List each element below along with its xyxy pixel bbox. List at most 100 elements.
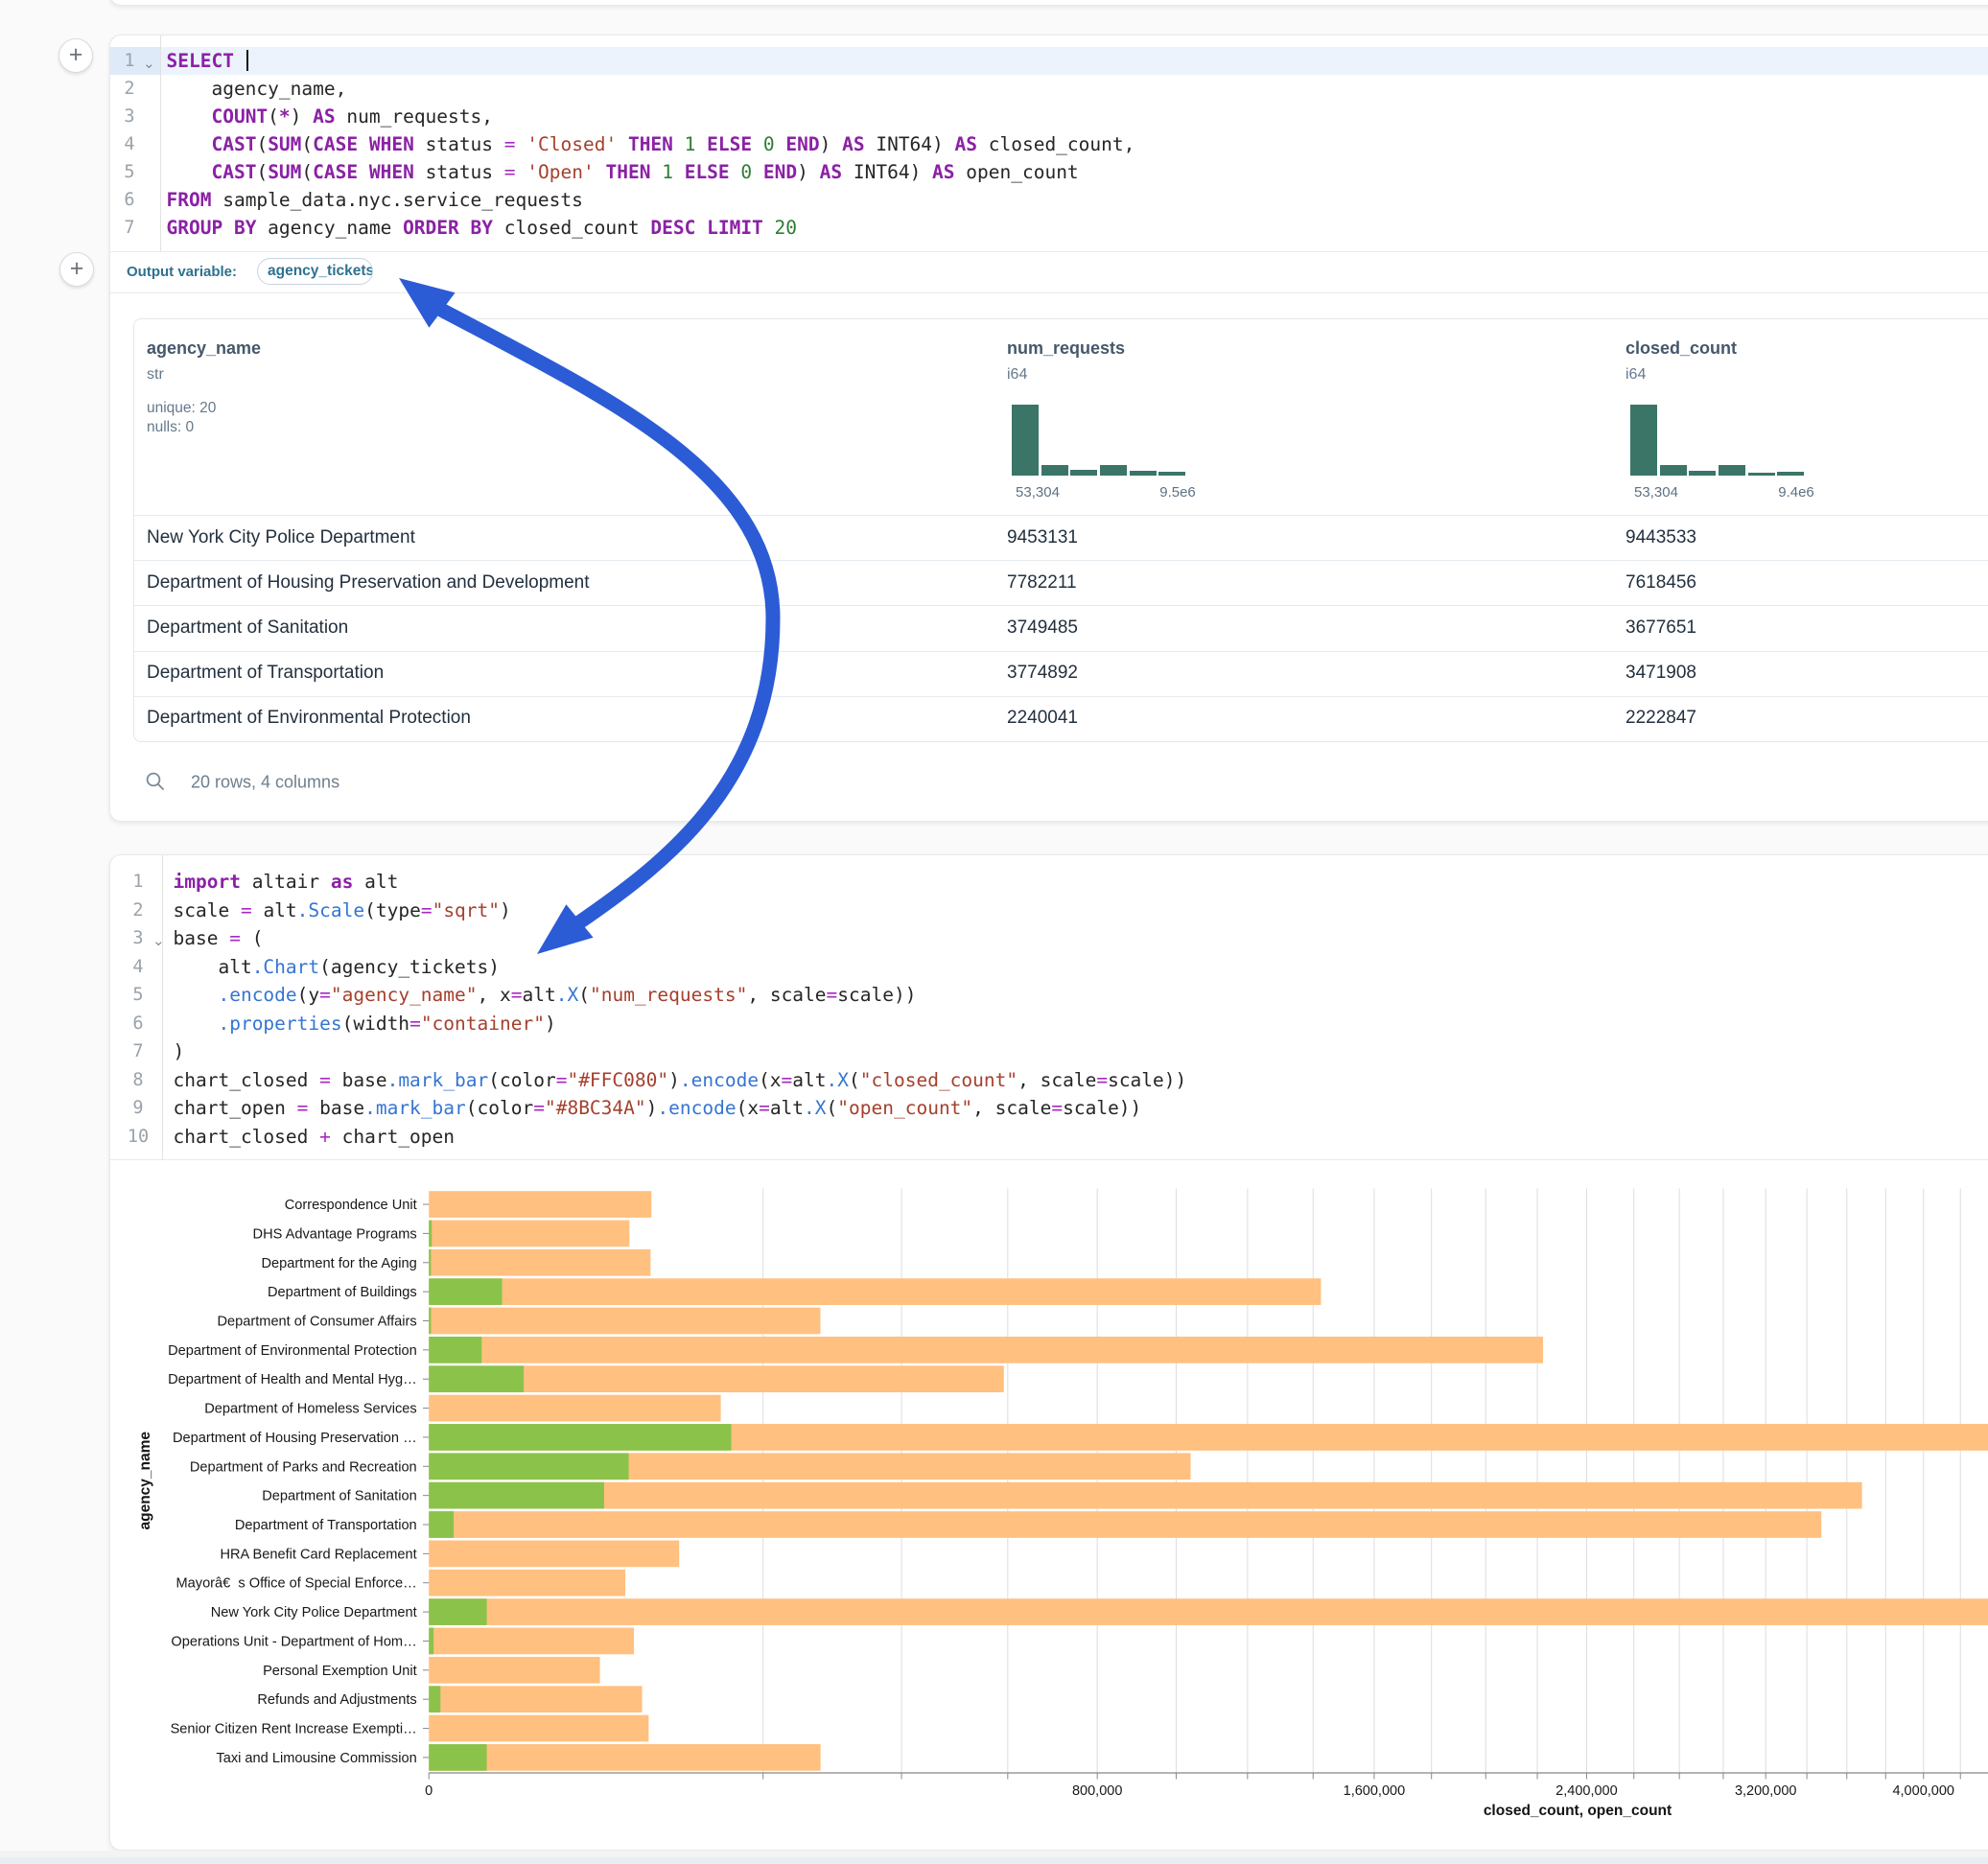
histogram-bar (1777, 472, 1804, 476)
y-axis-label: Senior Citizen Rent Increase Exempti… (171, 1722, 417, 1737)
table-cell: Department of Sanitation (147, 617, 348, 639)
sql-code-editor[interactable]: 1⌄SELECT 2 agency_name,3 COUNT(*) AS num… (110, 35, 1988, 251)
code-line: alt.Chart(agency_tickets) (174, 953, 500, 981)
line-number: 2 (109, 75, 158, 103)
code-line: COUNT(*) AS num_requests, (167, 103, 494, 130)
table-cell: 7782211 (1007, 572, 1077, 594)
fold-chevron-icon[interactable]: ⌄ (143, 55, 155, 72)
column-dtype: i64 (1625, 366, 1646, 384)
bar-open (429, 1337, 481, 1363)
bar-open (429, 1511, 454, 1538)
code-line: SELECT (167, 47, 248, 75)
y-axis-label: Department of Buildings (268, 1285, 417, 1300)
bar-open (429, 1221, 432, 1247)
histogram-bar (1689, 471, 1716, 476)
column-name: agency_name (147, 338, 261, 359)
y-axis-label: Department of Homeless Services (204, 1402, 416, 1417)
code-line: GROUP BY agency_name ORDER BY closed_cou… (167, 214, 798, 242)
histogram-bar (1719, 465, 1745, 476)
bar-open (429, 1598, 486, 1625)
line-number: 7 (109, 214, 158, 242)
add-cell-button-top[interactable]: + (58, 38, 93, 73)
code-line: chart_closed = base.mark_bar(color="#FFC… (174, 1066, 1187, 1094)
y-axis-title: agency_name (137, 1432, 153, 1530)
result-table: agency_namestrunique: 20nulls: 0num_requ… (133, 318, 1988, 742)
histogram-bar (1748, 473, 1775, 476)
y-axis-label: DHS Advantage Programs (253, 1226, 417, 1242)
bar-open (429, 1453, 628, 1480)
bar-closed (429, 1482, 1861, 1509)
y-axis-label: Mayorâ€ s Office of Special Enforce… (176, 1576, 417, 1592)
code-line: FROM sample_data.nyc.service_requests (167, 186, 583, 214)
result-table-header: agency_namestrunique: 20nulls: 0num_requ… (134, 319, 1988, 515)
line-number: 6 (109, 1010, 167, 1037)
table-cell: New York City Police Department (147, 527, 415, 548)
line-number: 5 (109, 158, 158, 186)
table-cell: 9453131 (1007, 527, 1078, 548)
code-line: .encode(y="agency_name", x=alt.X("num_re… (174, 981, 917, 1009)
search-icon[interactable] (145, 771, 166, 792)
line-number: 2 (109, 897, 167, 924)
y-axis-label: Department of Environmental Protection (168, 1343, 417, 1359)
code-line: import altair as alt (174, 868, 399, 896)
y-axis-label: Department of Sanitation (262, 1489, 416, 1504)
histogram-bar (1630, 405, 1657, 476)
line-number: 8 (109, 1066, 167, 1094)
active-line-highlight (110, 47, 1988, 75)
histogram-min-label: 53,304 (1016, 484, 1060, 501)
y-axis-label: Taxi and Limousine Commission (216, 1751, 416, 1766)
table-cell: 3471908 (1625, 663, 1696, 684)
line-number: 5 (109, 981, 167, 1009)
table-cell: Department of Housing Preservation and D… (147, 572, 590, 594)
y-axis-label: Department of Parks and Recreation (190, 1459, 417, 1475)
line-number: 9 (109, 1094, 167, 1122)
row-separator (134, 515, 1988, 516)
line-number: 3 (109, 103, 158, 130)
bar-open (429, 1628, 433, 1655)
gutter-divider (162, 855, 163, 1159)
next-cell-selection-strip (0, 1857, 1988, 1864)
bar-closed (429, 1249, 650, 1276)
histogram-bar (1130, 471, 1157, 476)
table-cell: 3774892 (1007, 663, 1078, 684)
output-variable-badge[interactable]: agency_tickets (257, 258, 373, 285)
bar-closed (429, 1744, 820, 1771)
code-line: base = ( (174, 924, 264, 952)
code-line: scale = alt.Scale(type="sqrt") (174, 897, 511, 924)
column-stat: nulls: 0 (147, 419, 194, 436)
x-axis-tick-label: 2,400,000 (1555, 1783, 1618, 1799)
add-cell-button-output[interactable]: + (59, 252, 94, 287)
bar-closed (429, 1686, 642, 1713)
line-number: 4 (109, 130, 158, 158)
bar-closed (429, 1598, 1988, 1625)
fold-chevron-icon[interactable]: ⌄ (152, 932, 165, 949)
bar-closed (429, 1337, 1543, 1363)
x-axis-tick-label: 4,000,000 (1892, 1783, 1954, 1799)
sql-cell-divider-1 (110, 251, 1988, 252)
y-axis-label: Department of Health and Mental Hyg… (168, 1372, 417, 1387)
table-cell: 2240041 (1007, 708, 1078, 729)
y-axis-label: Personal Exemption Unit (263, 1664, 417, 1679)
line-number: 4 (109, 953, 167, 981)
python-cell-card: 1import altair as alt2scale = alt.Scale(… (109, 854, 1988, 1851)
table-cell: Department of Transportation (147, 663, 384, 684)
histogram-max-label: 9.5e6 (1159, 484, 1196, 501)
bar-open (429, 1249, 431, 1276)
line-number: 6 (109, 186, 158, 214)
code-line: chart_open = base.mark_bar(color="#8BC34… (174, 1094, 1142, 1122)
gutter-divider (160, 35, 161, 251)
x-axis-tick-label: 0 (425, 1783, 433, 1799)
python-code-editor[interactable]: 1import altair as alt2scale = alt.Scale(… (110, 855, 1988, 1159)
y-axis-label: Department of Consumer Affairs (217, 1314, 416, 1329)
bar-closed (429, 1657, 599, 1684)
histogram-max-label: 9.4e6 (1778, 484, 1814, 501)
row-separator (134, 560, 1988, 561)
bar-open (429, 1686, 440, 1713)
bar-closed (429, 1541, 679, 1568)
text-cursor (246, 50, 248, 71)
y-axis-label: Refunds and Adjustments (257, 1692, 416, 1708)
output-variable-label: Output variable: (127, 264, 237, 280)
bar-closed (429, 1511, 1821, 1538)
y-axis-label: Department of Housing Preservation … (173, 1431, 417, 1446)
bar-open (429, 1278, 502, 1305)
